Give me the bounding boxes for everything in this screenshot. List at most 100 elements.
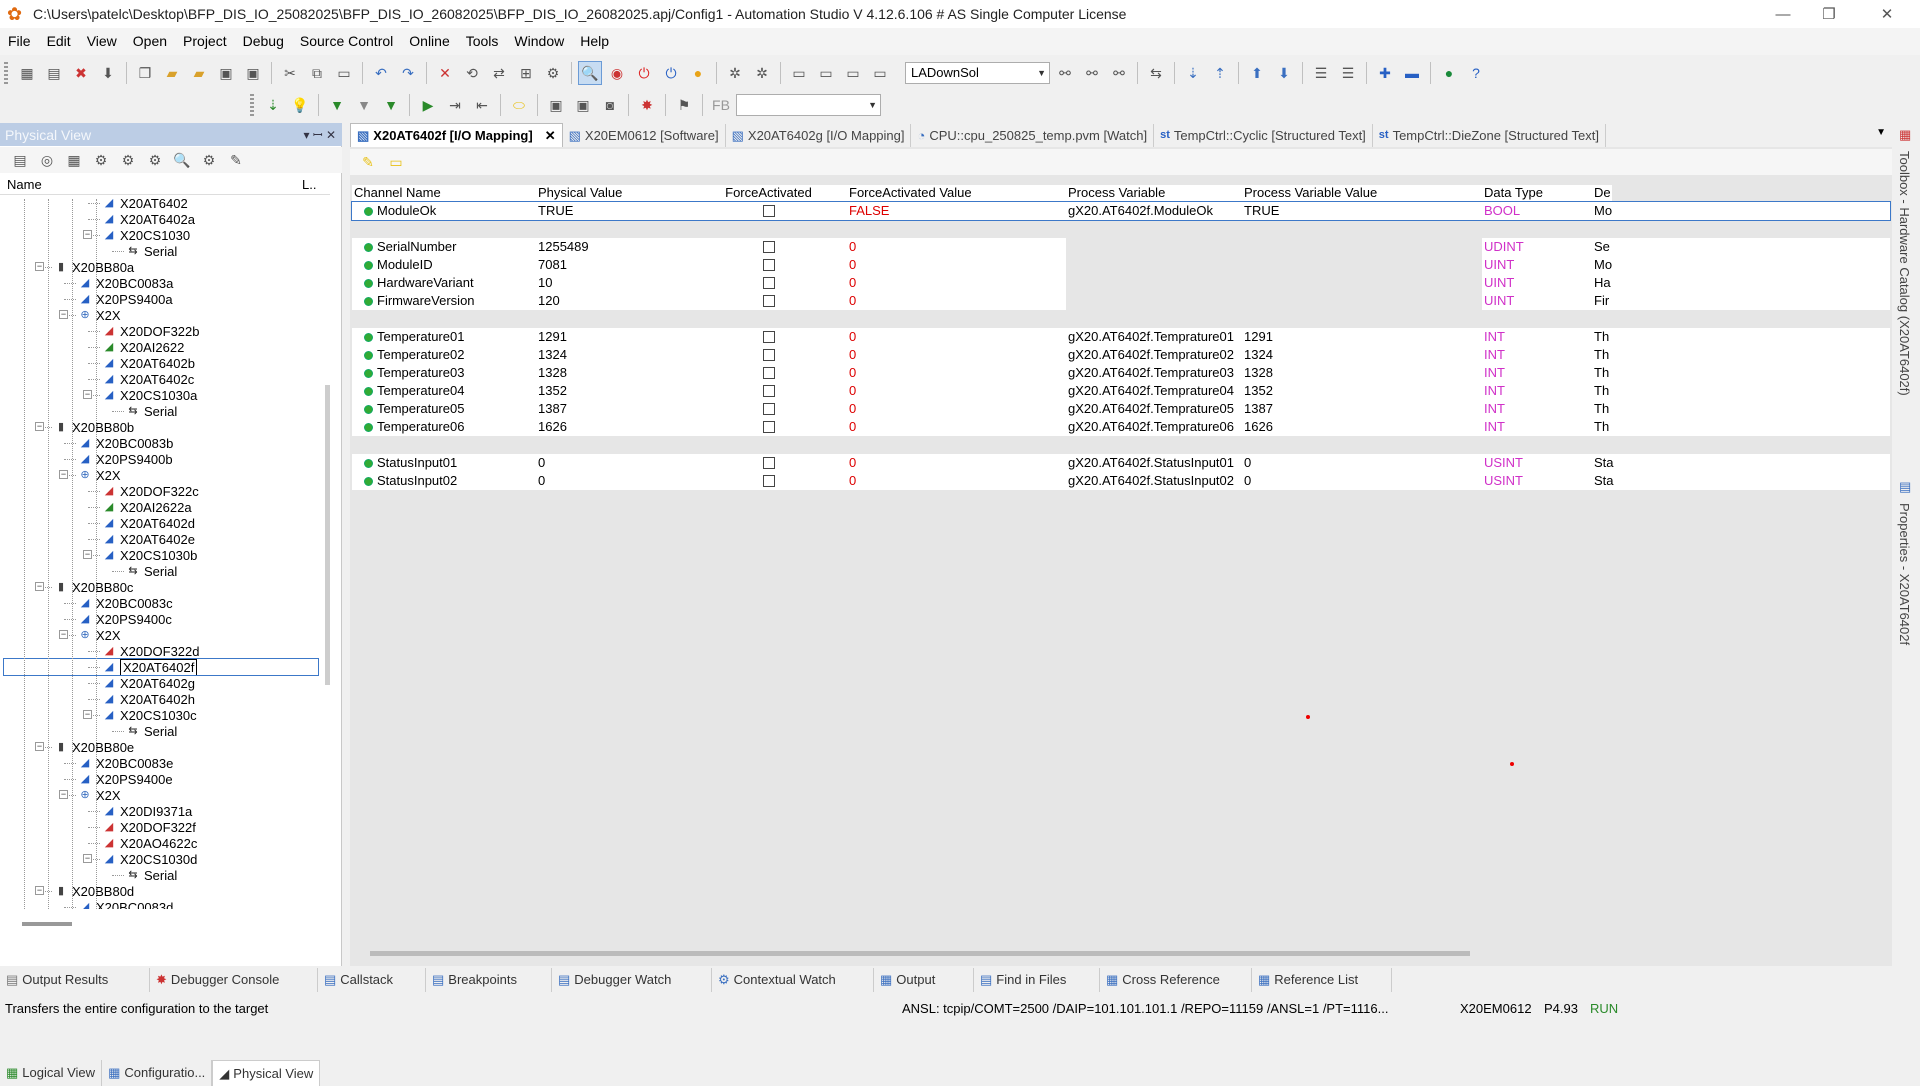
tree-node[interactable]: ◢ X20DOF322d — [102, 643, 200, 659]
tree-node[interactable]: ◢ X20CS1030 — [102, 227, 190, 243]
tree-node[interactable]: ◢ X20PS9400c — [78, 611, 172, 627]
run-icon[interactable]: ▶ — [416, 93, 440, 117]
sort-up-icon[interactable]: ⇡ — [1208, 61, 1232, 85]
close-button[interactable]: ✕ — [1864, 0, 1910, 28]
tree-horizontal-scrollbar[interactable] — [22, 922, 72, 926]
column-header[interactable]: Process Variable — [1066, 185, 1242, 201]
tree-node[interactable]: ⇆ Serial — [126, 403, 177, 419]
tab-physical-view[interactable]: ◢ Physical View — [212, 1060, 321, 1086]
tree-node[interactable]: ▮ X20BB80c — [54, 579, 133, 595]
panel-pin-close-buttons[interactable]: ▾ ꟷ ✕ — [303, 126, 336, 143]
breakpoint-clear-icon[interactable]: ▼ — [379, 93, 403, 117]
configuration-combo[interactable]: LADownSol ▼ — [905, 62, 1050, 84]
restore-button[interactable]: ❐ — [1806, 0, 1852, 28]
hw3-icon[interactable]: ⚙ — [143, 148, 167, 172]
tab-tempctrl-cyclic[interactable]: st TempCtrl::Cyclic [Structured Text] — [1154, 124, 1373, 147]
tree-node[interactable]: ⊕ X2X — [78, 467, 120, 483]
force-activated-checkbox[interactable] — [762, 457, 775, 469]
force-activated-checkbox[interactable] — [762, 241, 775, 253]
close-tab-icon[interactable]: ✕ — [545, 124, 556, 147]
column-l[interactable]: L.. — [302, 177, 316, 192]
menu-edit[interactable]: Edit — [39, 28, 79, 55]
tree-expander-icon[interactable]: − — [83, 854, 92, 863]
tab-cross-reference[interactable]: ▦ Cross Reference — [1100, 968, 1252, 992]
table-row[interactable]: StatusInput02 0 0 gX20.AT6402f.StatusInput0… — [352, 472, 1890, 490]
force-icon[interactable]: ✎ — [356, 150, 380, 174]
tab-find-in-files[interactable]: ▤ Find in Files — [974, 968, 1100, 992]
monitor-mode-icon[interactable]: 🔍 — [578, 61, 602, 85]
monitor2-icon[interactable]: ▣ — [571, 93, 595, 117]
undo-icon[interactable]: ↶ — [369, 61, 393, 85]
tree-node[interactable]: ⇆ Serial — [126, 243, 177, 259]
paste-icon[interactable]: ▭ — [332, 61, 356, 85]
force-activated-checkbox[interactable] — [762, 403, 775, 415]
tree-node[interactable]: ⊕ X2X — [78, 307, 120, 323]
table-row[interactable]: FirmwareVersion 120 0 UINT Fir — [352, 292, 1890, 310]
tree-node[interactable]: ◢ X20AT6402c — [102, 371, 194, 387]
config-icon[interactable]: ▦ — [62, 148, 86, 172]
force-activated-checkbox[interactable] — [762, 277, 775, 289]
tree-expander-icon[interactable]: − — [35, 886, 44, 895]
tree-node[interactable]: ◢ X20PS9400a — [78, 291, 173, 307]
tree-node[interactable]: ◢ X20PS9400b — [78, 451, 173, 467]
tree-node[interactable]: ◢ X20CS1030c — [102, 707, 197, 723]
arrow-down-icon[interactable]: ⬇ — [1272, 61, 1296, 85]
menu-source-control[interactable]: Source Control — [292, 28, 401, 55]
save-all-icon[interactable]: ▣ — [241, 61, 265, 85]
window2-icon[interactable]: ▭ — [814, 61, 838, 85]
table-row[interactable]: Temperature03 1328 0 gX20.AT6402f.Tempratur… — [352, 364, 1890, 382]
force-activated-checkbox[interactable] — [762, 367, 775, 379]
table-row[interactable]: StatusInput01 0 0 gX20.AT6402f.StatusInput0… — [352, 454, 1890, 472]
comment-icon[interactable]: ▭ — [841, 61, 865, 85]
find-icon[interactable]: ⟲ — [460, 61, 484, 85]
properties-icon[interactable]: ▤ — [8, 148, 32, 172]
search-icon[interactable]: 🔍 — [170, 148, 194, 172]
tree-node[interactable]: ◢ X20AT6402h — [102, 691, 195, 707]
table-row[interactable]: Temperature01 1291 0 gX20.AT6402f.Tempratur… — [352, 328, 1890, 346]
tree-node[interactable]: ◢ X20AT6402b — [102, 355, 195, 371]
menu-file[interactable]: File — [0, 28, 39, 55]
table-row[interactable]: ModuleOk TRUE FALSE gX20.AT6402f.ModuleOk TR… — [351, 201, 1891, 221]
tree-expander-icon[interactable]: − — [35, 422, 44, 431]
tree-node[interactable]: ◢ X20AI2622 — [102, 339, 185, 355]
tab-x20at6402g-io-mapping[interactable]: ▧ X20AT6402g [I/O Mapping] — [726, 124, 912, 147]
table-row[interactable]: HardwareVariant 10 0 UINT Ha — [352, 274, 1890, 292]
tree-node[interactable]: ◢ X20CS1030b — [102, 547, 198, 563]
arrow-up-icon[interactable]: ⬆ — [1245, 61, 1269, 85]
tree-node[interactable]: ◢ X20AT6402f — [3, 658, 319, 676]
force-activated-checkbox[interactable] — [762, 205, 775, 217]
tab-tempctrl-diezone[interactable]: st TempCtrl::DieZone [Structured Text] — [1373, 124, 1606, 147]
hw-icon[interactable]: ⚙ — [89, 148, 113, 172]
tree-node[interactable]: ◢ X20AT6402a — [102, 211, 195, 227]
tree-node[interactable]: ◢ X20AT6402d — [102, 515, 195, 531]
force-activated-checkbox[interactable] — [762, 259, 775, 271]
step-into-icon[interactable]: ⇥ — [443, 93, 467, 117]
clear-icon[interactable]: ✕ — [433, 61, 457, 85]
power-blue-icon[interactable]: ⏻ — [659, 61, 683, 85]
properties-tab[interactable]: Properties - X20AT6402f — [1897, 503, 1912, 645]
find-files-icon[interactable]: ⊞ — [514, 61, 538, 85]
module-icon[interactable]: ⚙ — [197, 148, 221, 172]
breakpoint-icon[interactable]: ▼ — [325, 93, 349, 117]
camera-icon[interactable]: ◙ — [598, 93, 622, 117]
breakpoint-disable-icon[interactable]: ▼ — [352, 93, 376, 117]
menu-window[interactable]: Window — [506, 28, 572, 55]
remove-icon[interactable]: ▬ — [1400, 61, 1424, 85]
import-icon[interactable]: ⬇ — [96, 61, 120, 85]
tree-expander-icon[interactable]: − — [59, 470, 68, 479]
toolbox-hardware-catalog-tab[interactable]: Toolbox - Hardware Catalog (X20AT6402f) — [1897, 151, 1912, 396]
trace-icon[interactable]: ⚑ — [672, 93, 696, 117]
tree-node[interactable]: ⊕ X2X — [78, 787, 120, 803]
tree-expander-icon[interactable]: − — [59, 310, 68, 319]
delete-icon[interactable]: ✖ — [69, 61, 93, 85]
tree-node[interactable]: ◢ X20PS9400e — [78, 771, 173, 787]
menu-debug[interactable]: Debug — [235, 28, 292, 55]
tab-output[interactable]: ▦ Output — [874, 968, 974, 992]
compare-icon[interactable]: ⇆ — [1144, 61, 1168, 85]
list-icon[interactable]: ☰ — [1309, 61, 1333, 85]
table-row[interactable]: Temperature04 1352 0 gX20.AT6402f.Tempratur… — [352, 382, 1890, 400]
tree-node[interactable]: ▮ X20BB80a — [54, 259, 134, 275]
sort-down-icon[interactable]: ⇣ — [1181, 61, 1205, 85]
tab-logical-view[interactable]: ▦ Logical View — [0, 1060, 103, 1086]
tree-node[interactable]: ◢ X20BC0083e — [78, 755, 174, 771]
